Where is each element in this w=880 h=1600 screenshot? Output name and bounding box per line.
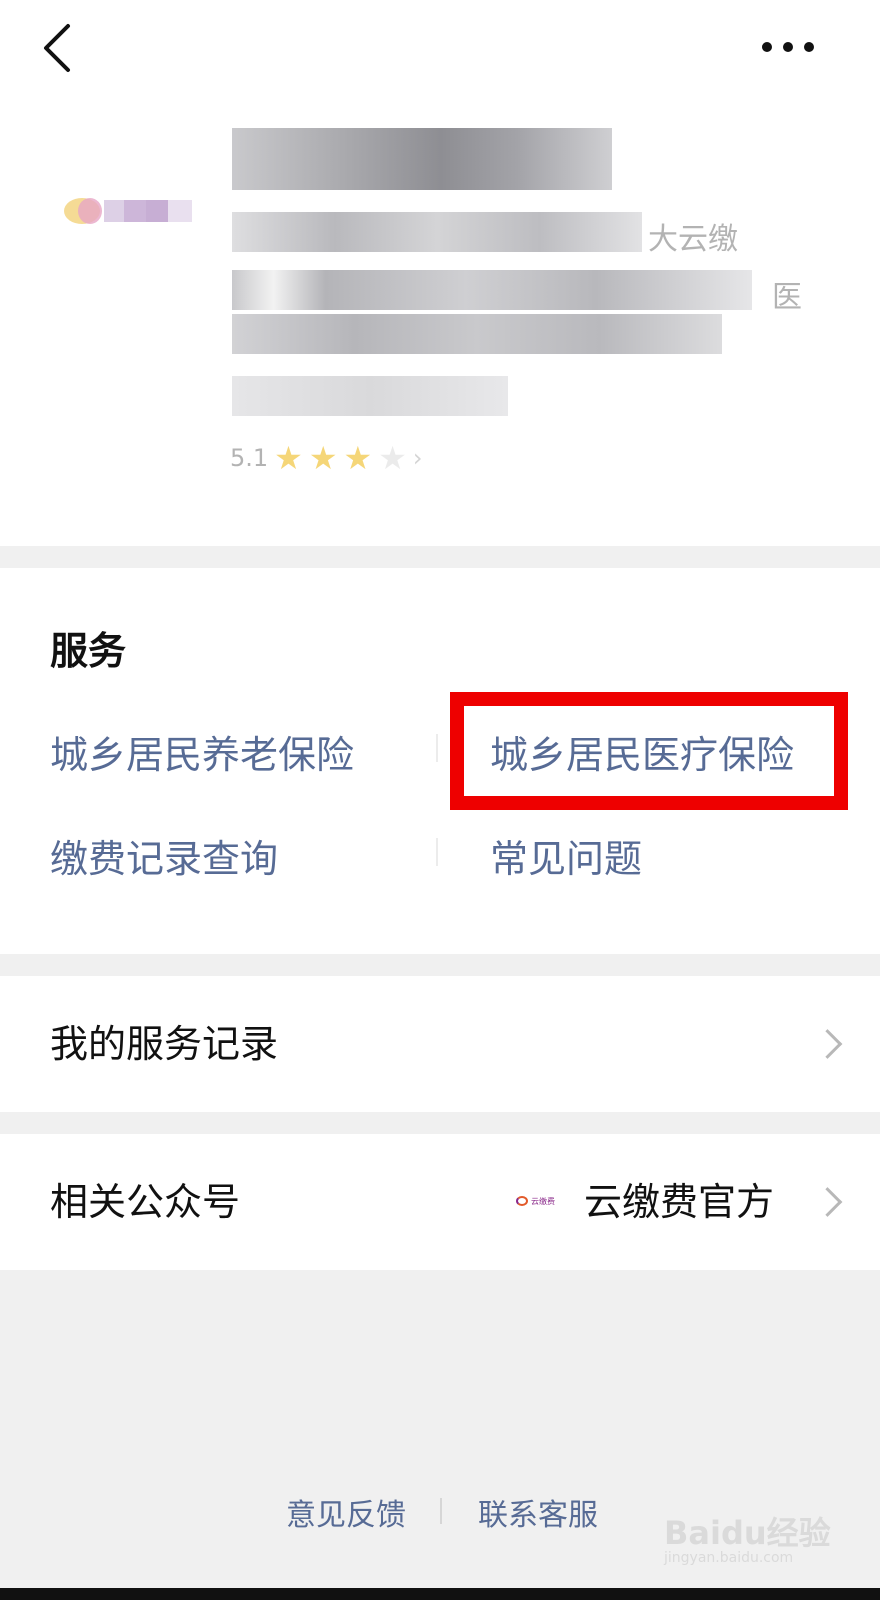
logo-icon: [516, 1196, 528, 1206]
services-card: 服务 城乡居民养老保险 城乡居民医疗保险 缴费记录查询 常见问题: [0, 568, 880, 954]
service-pension-insurance[interactable]: 城乡居民养老保险: [50, 724, 354, 779]
blurred-description-line: [232, 314, 722, 354]
star-icon: ★: [274, 439, 303, 477]
my-service-records-row[interactable]: 我的服务记录: [0, 976, 880, 1112]
more-button[interactable]: [758, 30, 818, 64]
column-divider: [436, 734, 438, 762]
feedback-link[interactable]: 意见反馈: [286, 1490, 406, 1534]
top-bar: [0, 0, 880, 100]
blurred-description-line: [232, 212, 642, 252]
chevron-right-icon: ›: [412, 444, 423, 472]
service-payment-records[interactable]: 缴费记录查询: [50, 828, 278, 883]
star-icon: ★: [308, 439, 338, 477]
chevron-left-icon: [44, 24, 70, 72]
chevron-right-icon: [812, 1029, 843, 1059]
bottom-edge: [0, 1588, 880, 1600]
official-account-logo: 云缴费: [516, 1192, 562, 1210]
rating-value: 5.1: [230, 444, 269, 472]
services-title: 服务: [50, 629, 127, 673]
account-profile: 大云缴 医 5.1 ★ ★ ★ ★ ›: [0, 100, 880, 546]
related-account-label: 相关公众号: [50, 1180, 241, 1224]
related-account-row[interactable]: 相关公众号 云缴费 云缴费官方: [0, 1134, 880, 1270]
footer-separator: [440, 1498, 442, 1524]
contact-support-link[interactable]: 联系客服: [478, 1490, 598, 1534]
description-partial-text: 大云缴: [648, 222, 738, 257]
my-service-records-label: 我的服务记录: [50, 1022, 279, 1066]
rating-row[interactable]: 5.1 ★ ★ ★ ★ ›: [230, 439, 423, 477]
column-divider: [436, 838, 438, 866]
back-button[interactable]: [38, 22, 78, 74]
blurred-category-line: [232, 376, 508, 416]
service-medical-insurance[interactable]: 城乡居民医疗保险: [490, 724, 794, 779]
star-icon: ★: [343, 439, 373, 477]
description-partial-text: 医: [772, 280, 802, 315]
related-account-name: 云缴费官方: [583, 1180, 774, 1224]
blurred-account-name: [232, 128, 612, 190]
account-avatar: [58, 188, 194, 234]
service-faq[interactable]: 常见问题: [490, 828, 642, 883]
blurred-description-line: [232, 270, 752, 310]
more-horizontal-icon: [762, 42, 814, 52]
star-icon: ★: [378, 439, 407, 477]
baidu-jingyan-watermark: Baidu经验 jingyan.baidu.com: [664, 1514, 831, 1566]
chevron-right-icon: [812, 1187, 843, 1217]
